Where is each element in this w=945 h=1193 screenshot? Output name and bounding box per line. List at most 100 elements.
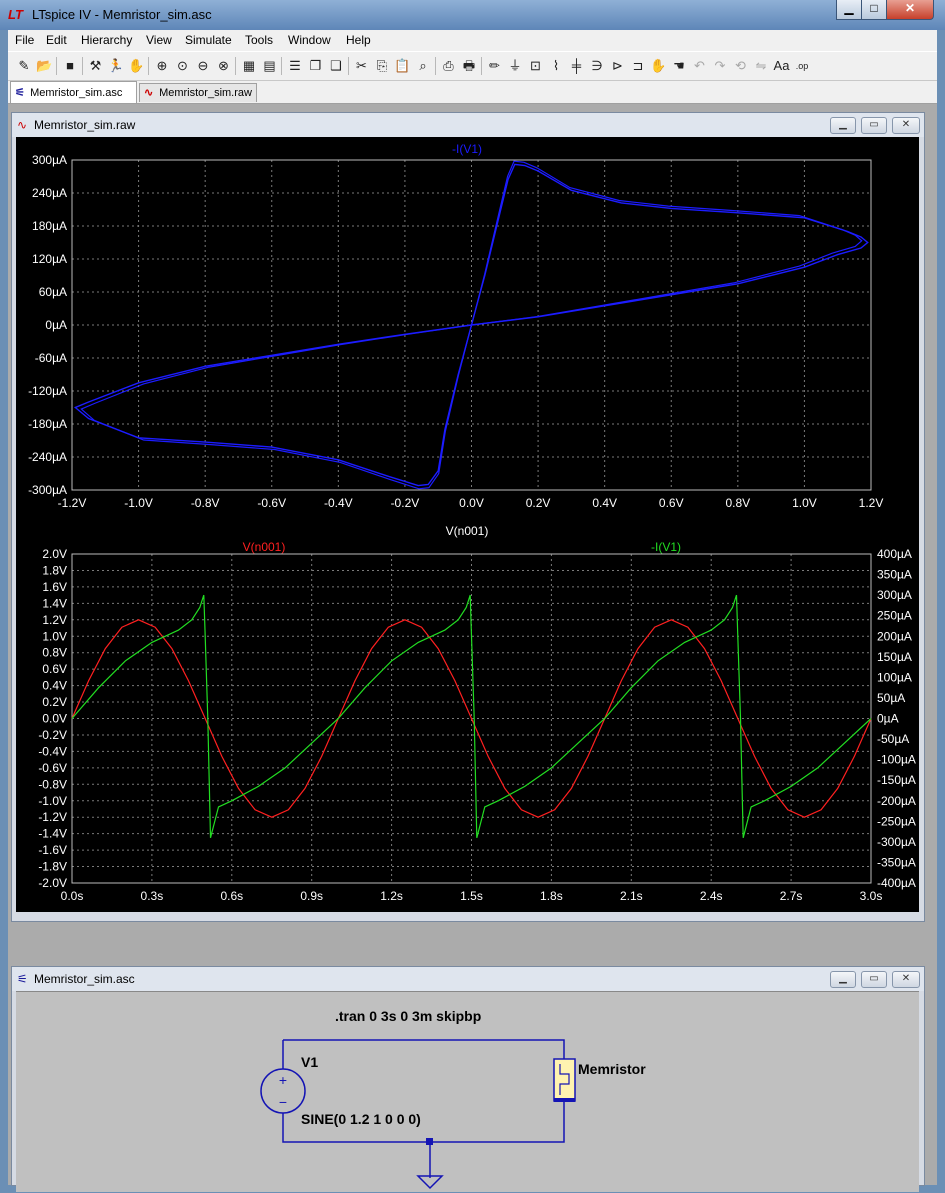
menu-window[interactable]: Window [288,33,331,47]
waveform-window-titlebar[interactable]: ∿ Memristor_sim.raw ▁ ▭ ✕ [12,113,924,137]
schematic-close-button[interactable]: ✕ [892,971,920,988]
top-x-axis-label: V(n001) [446,524,489,538]
zoom-cancel-icon[interactable]: ⊗ [214,56,234,76]
y-right-tick-label: 350µA [877,568,912,582]
control-panel-icon[interactable]: ⚒ [86,56,106,76]
autorange-icon[interactable]: ▦ [239,56,259,76]
resistor-icon[interactable]: ⌇ [546,56,566,76]
tile-horizontal-icon[interactable]: ☰ [285,56,305,76]
new-schematic-icon[interactable]: ✎ [14,56,34,76]
y-right-tick-label: -150µA [877,773,916,787]
move-icon[interactable]: ✋ [649,56,669,76]
x-tick-label: 0.6V [659,496,684,510]
minimize-button[interactable]: ▁ [836,0,862,20]
y-right-tick-label: 300µA [877,588,912,602]
tab-schematic[interactable]: ⚟ Memristor_sim.asc [10,81,137,103]
close-icon: ✕ [901,119,911,130]
waveform-maximize-button[interactable]: ▭ [861,117,887,134]
plot-pane[interactable]: -I(V1) V(n001) V(n001) -I(V1) time -1.2V… [16,137,919,928]
close-icon: ✕ [904,1,916,15]
x-tick-label: 1.5s [460,889,483,903]
grid-icon[interactable]: ▤ [260,56,280,76]
tile-vertical-icon[interactable]: ❑ [326,56,346,76]
schematic-maximize-button[interactable]: ▭ [861,971,887,988]
diode-icon[interactable]: ⊳ [608,56,628,76]
waveform-minimize-button[interactable]: ▁ [830,117,856,134]
menu-file[interactable]: File [15,33,34,47]
cascade-icon[interactable]: ❐ [306,56,326,76]
text-icon[interactable]: Aa [772,56,792,76]
bottom-left-trace-label[interactable]: V(n001) [243,540,286,554]
copy-icon[interactable]: ⎘ [372,56,392,76]
top-plot: -1.2V -1.0V -0.8V -0.6V -0.4V -0.2V 0.0V 0.2V 0.… [28,153,883,510]
print-preview-icon[interactable]: ⎙ [439,56,459,76]
spice-directive-icon[interactable]: .op [792,56,812,76]
run-icon[interactable]: 🏃 [106,56,126,76]
y-right-tick-label: 0µA [877,712,899,726]
menu-view[interactable]: View [146,33,172,47]
menu-simulate[interactable]: Simulate [185,33,232,47]
schematic-minimize-button[interactable]: ▁ [830,971,856,988]
bottom-right-trace-label[interactable]: -I(V1) [651,540,681,554]
current-trace[interactable] [71,594,872,838]
plots-svg[interactable]: -I(V1) V(n001) V(n001) -I(V1) time -1.2V… [16,137,919,928]
menu-edit[interactable]: Edit [46,33,67,47]
y-tick-label: -180µA [28,417,67,431]
x-tick-label: 1.2s [380,889,403,903]
x-tick-label: -1.0V [124,496,153,510]
mirror-icon[interactable]: ⇋ [751,56,771,76]
redo-icon[interactable]: ↷ [710,56,730,76]
schematic-window-titlebar[interactable]: ⚟ Memristor_sim.asc ▁ ▭ ✕ [12,967,924,991]
print-icon[interactable]: 🖶 [459,56,479,76]
tab-waveform[interactable]: ∿ Memristor_sim.raw [139,83,257,102]
paste-icon[interactable]: 📋 [393,56,413,76]
memristor-icon[interactable] [553,1058,576,1102]
menu-hierarchy[interactable]: Hierarchy [81,33,132,47]
drag-icon[interactable]: ☚ [669,56,689,76]
zoom-out-icon[interactable]: ⊖ [193,56,213,76]
tab-waveform-label: Memristor_sim.raw [159,87,252,99]
toolbar-separator [148,57,149,75]
toolbar: ✎ 📂 ■ ⚒ 🏃 ✋ ⊕ ⊙ ⊖ ⊗ ▦ ▤ ☰ ❐ ❑ ✂ ⎘ 📋 ⌕ ⎙ 🖶 ✏ ⏚ ⊡ ⌇ ╪ ∋ ⊳ ⊐ ✋ ☚ ↶ ↷ ⟲ ⇋ Aa .op [8,51,937,81]
source-value[interactable]: SINE(0 1.2 1 0 0 0) [301,1111,421,1127]
menu-help[interactable]: Help [346,33,371,47]
menu-tools[interactable]: Tools [245,33,273,47]
window-titlebar[interactable]: LT LTspice IV - Memristor_sim.asc ▁ □ ✕ [0,0,945,30]
y-left-tick-label: 1.4V [42,596,67,610]
close-button[interactable]: ✕ [886,0,934,20]
y-right-tick-label: -100µA [877,753,916,767]
y-tick-label: 240µA [32,186,67,200]
inductor-icon[interactable]: ∋ [587,56,607,76]
minimize-icon: ▁ [844,1,854,15]
y-right-tick-label: -400µA [877,876,916,890]
ground-icon[interactable]: ⏚ [505,56,525,76]
pan-icon[interactable]: ⊙ [173,56,193,76]
zoom-in-icon[interactable]: ⊕ [152,56,172,76]
schematic-canvas[interactable]: .tran 0 3s 0 3m skipbp + − V1 SINE(0 1.2… [16,991,919,1192]
y-left-tick-label: 1.2V [42,613,67,627]
toolbar-separator [347,57,349,75]
spice-directive[interactable]: .tran 0 3s 0 3m skipbp [335,1008,481,1024]
rotate-icon[interactable]: ⟲ [731,56,751,76]
label-net-icon[interactable]: ⊡ [526,56,546,76]
capacitor-icon[interactable]: ╪ [567,56,587,76]
schematic-window-icon: ⚟ [17,972,28,986]
waveform-close-button[interactable]: ✕ [892,117,920,134]
schematic-svg[interactable]: .tran 0 3s 0 3m skipbp + − V1 SINE(0 1.2… [16,992,919,1192]
memristor-name[interactable]: Memristor [578,1061,646,1077]
find-icon[interactable]: ⌕ [413,56,433,76]
component-icon[interactable]: ⊐ [628,56,648,76]
source-name[interactable]: V1 [301,1054,318,1070]
waveform-window-title: Memristor_sim.raw [34,118,136,132]
wire-icon[interactable]: ✏ [485,56,505,76]
undo-icon[interactable]: ↶ [690,56,710,76]
maximize-button[interactable]: □ [861,0,887,20]
y-right-tick-label: 200µA [877,629,912,643]
y-tick-label: -300µA [28,483,67,497]
cut-icon[interactable]: ✂ [352,56,372,76]
save-icon[interactable]: ■ [60,56,80,76]
open-icon[interactable]: 📂 [35,56,55,76]
top-trace-label[interactable]: -I(V1) [452,142,482,156]
x-tick-label: -1.2V [58,496,87,510]
halt-icon[interactable]: ✋ [127,56,147,76]
